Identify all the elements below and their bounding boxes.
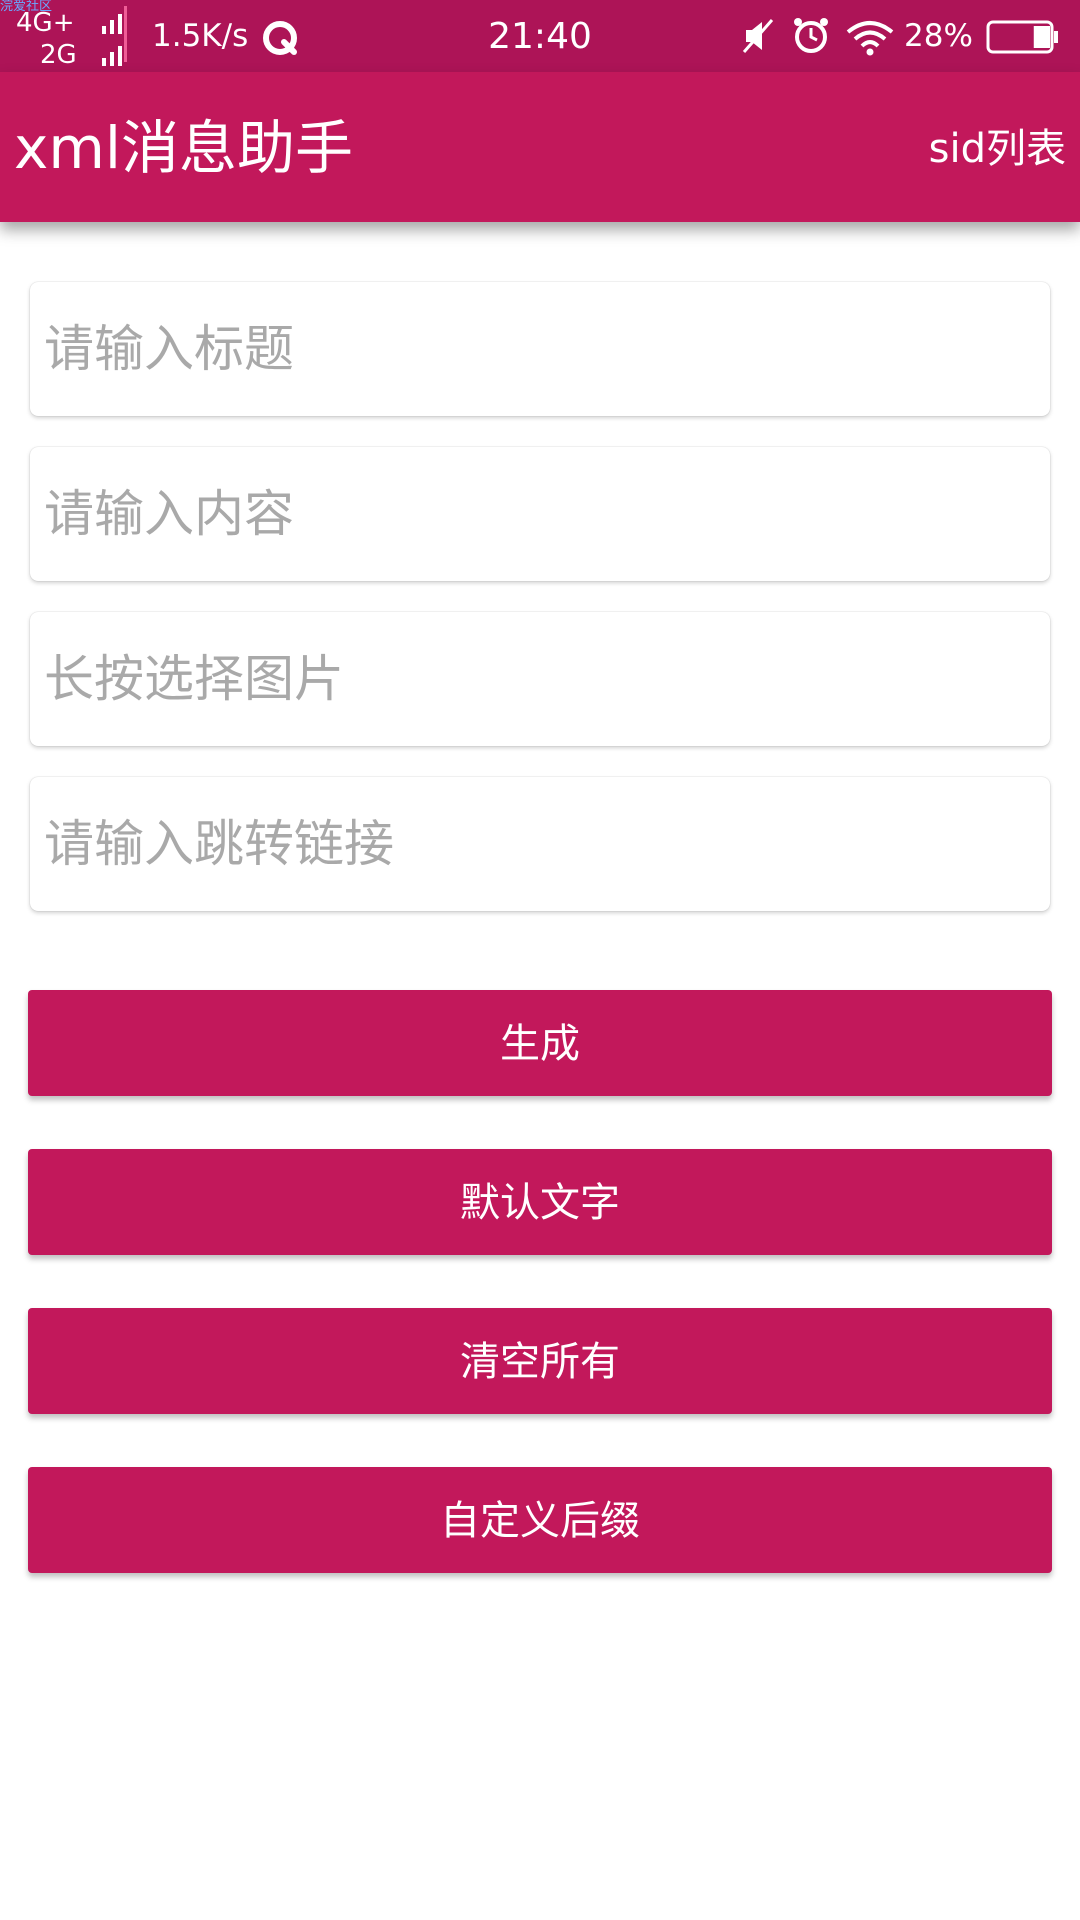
default-text-button[interactable]: 默认文字 xyxy=(28,1149,1052,1255)
title-input[interactable] xyxy=(30,282,1050,416)
status-bar: 浣爱社区 4G+ 2G 1.5K/s 21:40 28% xyxy=(0,0,1080,72)
app-bar: xml消息助手 sid列表 xyxy=(0,72,1080,222)
image-picker-input[interactable] xyxy=(30,612,1050,746)
mute-icon xyxy=(742,19,774,53)
link-input[interactable] xyxy=(30,777,1050,911)
generate-button[interactable]: 生成 xyxy=(28,990,1052,1096)
clear-all-button[interactable]: 清空所有 xyxy=(28,1308,1052,1414)
sid-list-button[interactable]: sid列表 xyxy=(929,126,1066,172)
battery-icon xyxy=(986,20,1058,54)
content-input[interactable] xyxy=(30,447,1050,581)
battery-percent: 28% xyxy=(904,18,973,54)
wifi-icon xyxy=(846,21,894,56)
alarm-icon xyxy=(794,18,828,53)
app-title: xml消息助手 xyxy=(14,114,353,182)
custom-suffix-button[interactable]: 自定义后缀 xyxy=(28,1467,1052,1573)
